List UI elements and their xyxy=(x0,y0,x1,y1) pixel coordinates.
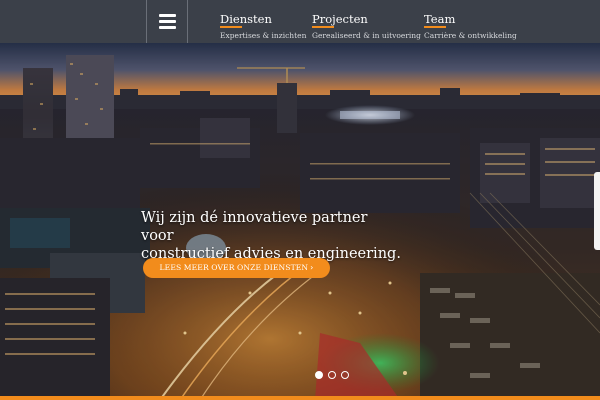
nav-item-projecten[interactable]: Projecten Gerealiseerd & in uitvoering xyxy=(312,8,421,40)
slider-pagination xyxy=(315,371,349,379)
site-header: Diensten Expertises & inzichten Projecte… xyxy=(0,0,600,43)
nav-subtitle: Carrière & ontwikkeling xyxy=(424,31,517,40)
nav-subtitle: Gerealiseerd & in uitvoering xyxy=(312,31,421,40)
cta-label: LEES MEER OVER ONZE DIENSTEN xyxy=(159,263,309,272)
nav-item-team[interactable]: Team Carrière & ontwikkeling xyxy=(424,8,517,40)
nav-title[interactable]: Team xyxy=(424,12,455,28)
slide-dot-1[interactable] xyxy=(315,371,323,379)
nav-item-diensten[interactable]: Diensten Expertises & inzichten xyxy=(220,8,306,40)
hero-headline: Wij zijn dé innovatieve partner voor con… xyxy=(141,209,401,263)
menu-button[interactable] xyxy=(146,0,188,43)
slide-dot-3[interactable] xyxy=(341,371,349,379)
side-tab[interactable] xyxy=(594,172,600,250)
chevron-right-icon: › xyxy=(310,263,314,272)
nav-title[interactable]: Diensten xyxy=(220,12,272,28)
slide-dot-2[interactable] xyxy=(328,371,336,379)
nav-title[interactable]: Projecten xyxy=(312,12,368,28)
nav-subtitle: Expertises & inzichten xyxy=(220,31,307,40)
bottom-accent-strip xyxy=(0,396,600,400)
cta-button[interactable]: LEES MEER OVER ONZE DIENSTEN › xyxy=(143,258,330,278)
hero-headline-line1: Wij zijn dé innovatieve partner voor xyxy=(141,210,368,244)
hamburger-icon xyxy=(147,0,187,43)
hero-slider: Wij zijn dé innovatieve partner voor con… xyxy=(0,43,600,400)
